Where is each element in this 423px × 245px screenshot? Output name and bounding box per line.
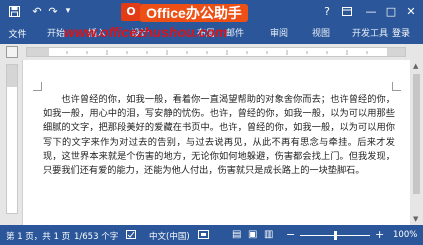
help-icon[interactable]: ?: [320, 3, 334, 19]
scrollbar-thumb[interactable]: [413, 74, 420, 194]
close-button[interactable]: ✕: [404, 3, 418, 19]
scroll-up-icon[interactable]: ▲: [413, 62, 418, 70]
zoom-in-icon[interactable]: +: [375, 228, 384, 241]
read-mode-icon[interactable]: ▤: [232, 229, 241, 240]
document-paragraph[interactable]: 也许曾经的你，如我一般，看着你一直渴望帮助的对象舍你而去；也许曾经的你，如我一般…: [43, 93, 395, 178]
web-layout-icon[interactable]: ▥: [264, 229, 273, 240]
tab-selector-icon[interactable]: [6, 46, 18, 58]
website-watermark: www.officezhushou.com: [64, 24, 228, 40]
sign-in-link[interactable]: 登录: [392, 26, 410, 39]
maximize-button[interactable]: □: [384, 3, 398, 19]
macro-recording-icon[interactable]: [198, 230, 210, 240]
page-count[interactable]: 第 1 页，共 1 页: [6, 230, 70, 242]
office-logo-icon: O: [121, 3, 141, 21]
minimize-button[interactable]: —: [364, 3, 378, 19]
vertical-scrollbar[interactable]: ▲ ▼: [410, 60, 423, 225]
zoom-slider-knob[interactable]: [334, 231, 337, 240]
ribbon-display-options-icon[interactable]: [340, 3, 354, 19]
zoom-out-icon[interactable]: −: [286, 228, 295, 241]
ruler-top-margin: [7, 65, 17, 87]
zoom-level[interactable]: 100%: [393, 230, 417, 240]
document-page[interactable]: 也许曾经的你，如我一般，看着你一直渴望帮助的对象舍你而去；也许曾经的你，如我一般…: [22, 60, 412, 225]
margin-corner-mark: [392, 82, 401, 91]
save-icon[interactable]: [6, 3, 22, 19]
tab-file[interactable]: 文件: [0, 22, 35, 44]
status-bar: 第 1 页，共 1 页 1/653 个字 中文(中国) ▤ ▣ ▥ − + 10…: [0, 225, 423, 245]
word-count[interactable]: 1/653 个字: [74, 230, 118, 242]
tab-view[interactable]: 视图: [312, 26, 330, 39]
redo-icon[interactable]: ↷: [46, 3, 60, 19]
ruler-ticks: [66, 50, 368, 55]
language-indicator[interactable]: 中文(中国): [149, 230, 190, 242]
tab-home[interactable]: 开始: [47, 26, 65, 39]
customize-quick-access-icon[interactable]: ▾: [62, 3, 74, 19]
ruler-area: [0, 44, 423, 60]
brand-badge: Office办公助手: [140, 4, 248, 22]
print-layout-icon[interactable]: ▣: [248, 229, 257, 240]
proofing-icon[interactable]: [126, 230, 138, 240]
tab-developer[interactable]: 开发工具: [352, 26, 388, 39]
vertical-ruler[interactable]: [6, 64, 18, 214]
margin-corner-mark: [33, 82, 42, 91]
scroll-down-icon[interactable]: ▼: [413, 215, 418, 223]
horizontal-ruler[interactable]: [26, 47, 406, 57]
title-bar: ↶ ↷ ▾ O Office办公助手 ? — □ ✕: [0, 0, 423, 22]
undo-icon[interactable]: ↶: [30, 3, 44, 19]
